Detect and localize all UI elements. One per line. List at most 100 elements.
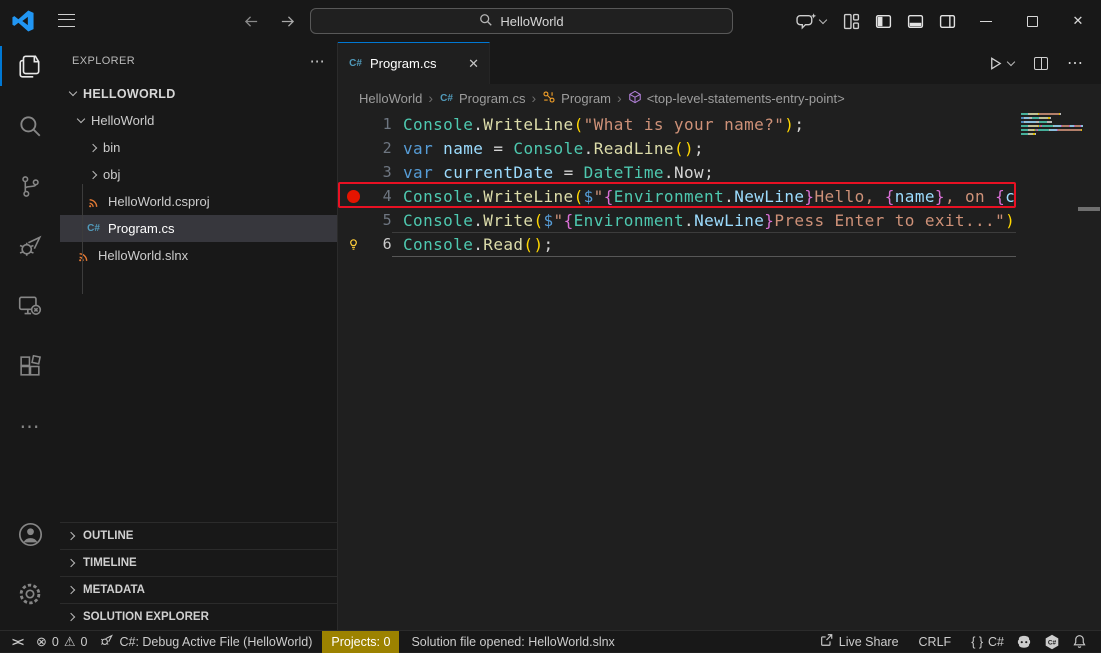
maximize-icon — [1027, 16, 1038, 27]
code-token: } — [764, 211, 774, 230]
accounts-icon[interactable] — [0, 510, 60, 558]
section-label: METADATA — [83, 584, 145, 596]
debug-target-item[interactable]: C#: Debug Active File (HelloWorld) — [93, 631, 318, 653]
code-token: name — [443, 139, 483, 158]
toggle-panel-icon[interactable] — [899, 6, 931, 36]
remote-indicator[interactable]: >< — [0, 631, 30, 653]
section-label: TIMELINE — [83, 557, 137, 569]
customize-layout-icon[interactable] — [835, 6, 867, 36]
code-text: Console.Write($"{Environment.NewLine}Pre… — [392, 211, 1016, 230]
breadcrumb-symbol-entry-point[interactable]: <top-level-statements-entry-point> — [628, 90, 845, 107]
code-token: Now — [674, 163, 704, 182]
tree-item-workspace[interactable]: HELLOWORLD — [60, 80, 337, 107]
code-token: " — [554, 211, 564, 230]
live-share-item[interactable]: Live Share — [813, 631, 905, 653]
code-token: = — [483, 139, 513, 158]
code-token: NewLine — [734, 187, 804, 206]
copilot-status-icon[interactable] — [1010, 631, 1038, 653]
tree-item-program-cs[interactable]: C# Program.cs — [60, 215, 337, 242]
editor-more-actions-icon[interactable]: ⋯ — [1063, 51, 1087, 75]
explorer-more-actions-icon[interactable]: ⋯ — [310, 52, 325, 70]
section-outline[interactable]: OUTLINE — [60, 522, 337, 549]
live-share-icon — [819, 633, 834, 650]
code-token: cu — [1005, 187, 1016, 206]
code-token: $ — [544, 211, 554, 230]
minimap[interactable] — [1021, 113, 1088, 137]
chevron-right-icon — [67, 613, 75, 621]
code-line-5[interactable]: 5Console.Write($"{Environment.NewLine}Pr… — [338, 208, 1016, 232]
notifications-bell-icon[interactable] — [1066, 631, 1093, 653]
additional-views-icon[interactable]: ⋯ — [0, 402, 60, 450]
section-metadata[interactable]: METADATA — [60, 576, 337, 603]
sidebar-item-remote-explorer[interactable] — [0, 282, 60, 330]
code-token: WriteLine — [483, 115, 573, 134]
code-token: Console — [403, 235, 473, 254]
code-line-6[interactable]: 6Console.Read(); — [338, 232, 1016, 256]
copilot-chat-icon[interactable] — [787, 6, 835, 36]
forward-arrow-icon[interactable] — [274, 8, 300, 34]
language-mode-item[interactable]: { } C# — [965, 631, 1010, 653]
sidebar-item-source-control[interactable] — [0, 162, 60, 210]
code-token: ( — [523, 235, 533, 254]
toggle-secondary-sidebar-icon[interactable] — [931, 6, 963, 36]
tab-program-cs[interactable]: C# Program.cs ✕ — [338, 42, 490, 84]
settings-gear-icon[interactable] — [0, 570, 60, 618]
lightbulb-icon[interactable] — [338, 237, 368, 252]
slnx-file-icon — [76, 249, 91, 263]
code-token: . — [724, 187, 734, 206]
code-token: ) — [684, 139, 694, 158]
section-label: SOLUTION EXPLORER — [83, 611, 209, 623]
eol-item[interactable]: CRLF — [913, 631, 958, 653]
search-icon — [479, 13, 493, 30]
projects-item[interactable]: Projects: 0 — [322, 631, 399, 653]
debug-icon — [99, 633, 114, 650]
code-token: ) — [1005, 211, 1015, 230]
code-line-1[interactable]: 1Console.WriteLine("What is your name?")… — [338, 112, 1016, 136]
toggle-primary-sidebar-icon[interactable] — [867, 6, 899, 36]
code-token: . — [473, 115, 483, 134]
maximize-button[interactable] — [1009, 0, 1055, 42]
code-line-3[interactable]: 3var currentDate = DateTime.Now; — [338, 160, 1016, 184]
code-token: { — [885, 187, 895, 206]
breadcrumb-folder[interactable]: HelloWorld — [359, 91, 422, 106]
command-center-search[interactable]: HelloWorld — [310, 8, 733, 34]
code-editor[interactable]: 1Console.WriteLine("What is your name?")… — [338, 112, 1016, 256]
code-token: var — [403, 139, 433, 158]
sidebar-item-explorer[interactable] — [0, 42, 60, 90]
back-arrow-icon[interactable] — [238, 8, 264, 34]
line-number: 3 — [368, 163, 392, 181]
sidebar-item-run-and-debug[interactable] — [0, 222, 60, 270]
code-line-4[interactable]: 4Console.WriteLine($"{Environment.NewLin… — [338, 184, 1016, 208]
tree-item-bin[interactable]: bin — [60, 134, 337, 161]
tree-item-obj[interactable]: obj — [60, 161, 337, 188]
problems-item[interactable]: ⊗ 0 ⚠ 0 — [30, 631, 93, 653]
breadcrumb: HelloWorld › C# Program.cs › Program › <… — [338, 84, 1101, 112]
code-token: Console — [403, 211, 473, 230]
menu-icon[interactable] — [58, 14, 75, 27]
csharp-file-icon: C# — [348, 58, 363, 69]
warning-icon: ⚠ — [64, 634, 76, 650]
tree-item-helloworld-folder[interactable]: HelloWorld — [60, 107, 337, 134]
breadcrumb-separator: › — [531, 90, 536, 106]
line-number: 4 — [368, 187, 392, 205]
chevron-down-icon — [69, 88, 77, 96]
tree-item-slnx[interactable]: HelloWorld.slnx — [60, 242, 337, 269]
section-solution-explorer[interactable]: SOLUTION EXPLORER — [60, 603, 337, 630]
tab-close-icon[interactable]: ✕ — [468, 56, 479, 72]
split-editor-icon[interactable] — [1029, 51, 1053, 75]
tree-item-csproj[interactable]: HelloWorld.csproj — [60, 188, 337, 215]
sidebar-item-search[interactable] — [0, 102, 60, 150]
code-token: ; — [704, 163, 714, 182]
solution-status-item[interactable]: Solution file opened: HelloWorld.slnx — [405, 631, 620, 653]
breadcrumb-symbol-program[interactable]: Program — [542, 90, 611, 107]
breadcrumb-file[interactable]: C# Program.cs — [439, 91, 525, 106]
section-timeline[interactable]: TIMELINE — [60, 549, 337, 576]
close-button[interactable]: ✕ — [1055, 0, 1101, 42]
csharp-extension-icon[interactable]: C# — [1038, 631, 1066, 653]
breakpoint-icon[interactable] — [338, 190, 368, 203]
code-token: ( — [533, 211, 543, 230]
minimize-button[interactable] — [963, 0, 1009, 42]
code-line-2[interactable]: 2var name = Console.ReadLine(); — [338, 136, 1016, 160]
sidebar-item-extensions[interactable] — [0, 342, 60, 390]
run-button[interactable] — [983, 51, 1019, 75]
